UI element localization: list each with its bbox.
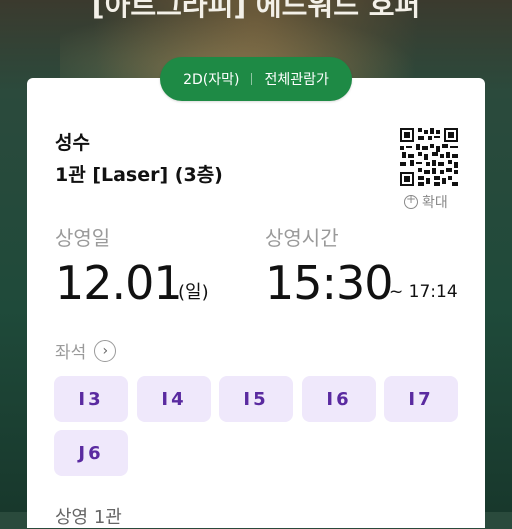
seat-chip: I6 [302, 376, 376, 422]
rating-label: 전체관람가 [264, 72, 329, 88]
date-label: 상영일 [55, 226, 111, 250]
end-time: ~ 17:14 [389, 282, 458, 302]
qr-zoom-button[interactable]: 확대 [404, 192, 448, 212]
theater-name: 성수 [55, 132, 90, 154]
zoom-label: 확대 [422, 195, 448, 211]
next-section-label: 상영 1관 [55, 507, 122, 528]
time-label: 상영시간 [265, 226, 339, 250]
seat-chip: I7 [384, 376, 458, 422]
zoom-in-icon [404, 192, 418, 209]
format-label: 2D(자막) [183, 72, 240, 88]
seat-chip: J6 [54, 430, 128, 476]
date-value: 12.01 [55, 256, 183, 310]
hall-name: 1관 [Laser] (3층) [55, 164, 223, 186]
pill-divider [251, 73, 253, 85]
seat-chip: I3 [54, 376, 128, 422]
date-day: (일) [178, 282, 209, 303]
seat-chip: I5 [219, 376, 293, 422]
seat-chip: I4 [137, 376, 211, 422]
start-time: 15:30 [265, 256, 394, 310]
seat-section[interactable]: 좌석 › [55, 338, 117, 363]
qr-code[interactable] [400, 128, 458, 186]
movie-title: [아트그라피] 에드워드 호퍼 [91, 0, 421, 22]
seat-label: 좌석 [55, 343, 87, 363]
format-rating-pill: 2D(자막) 전체관람가 [160, 57, 352, 101]
chevron-right-icon[interactable]: › [94, 339, 117, 362]
